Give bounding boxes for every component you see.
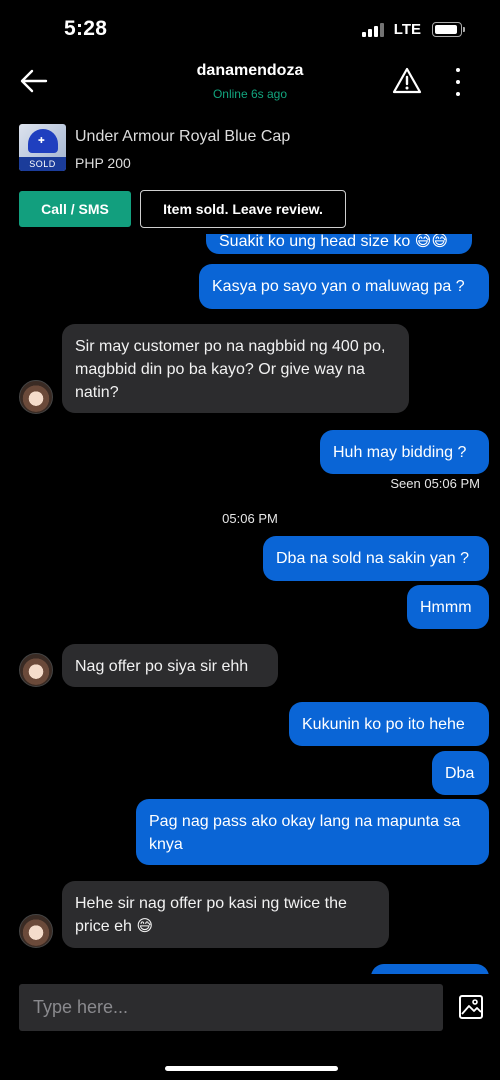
presence-status: Online 6s ago [212, 87, 288, 101]
product-title: Under Armour Royal Blue Cap [75, 128, 291, 145]
chat-header: danamendoza Online 6s ago [0, 56, 500, 112]
message-bubble-incoming: Nag offer po siya sir ehh [62, 644, 278, 687]
message-bubble-outgoing-partial [371, 964, 489, 974]
message-bubble-outgoing: Hmmm [407, 585, 489, 629]
call-sms-button[interactable]: Call / SMS [19, 191, 131, 227]
status-indicators: LTE [361, 21, 465, 38]
message-bubble-incoming: Sir may customer po na nagbbid ng 400 po… [62, 324, 409, 413]
avatar[interactable] [19, 653, 53, 687]
message-bubble-outgoing: Suakit ko ung head size ko 😅😅 [206, 234, 472, 254]
message-bubble-outgoing: Huh may bidding ? [320, 430, 489, 474]
avatar[interactable] [19, 380, 53, 414]
signal-icon [361, 22, 384, 37]
message-input[interactable] [19, 984, 443, 1031]
leave-review-button[interactable]: Item sold. Leave review. [140, 190, 346, 228]
message-bubble-outgoing: Kukunin ko po ito hehe [289, 702, 489, 746]
network-label: LTE [393, 21, 421, 38]
avatar[interactable] [19, 914, 53, 948]
battery-icon [432, 22, 465, 37]
message-bubble-outgoing: Dba na sold na sakin yan ? [263, 536, 489, 581]
warning-icon [392, 67, 422, 94]
message-bubble-outgoing: Dba [432, 751, 489, 795]
time-separator: 05:06 PM [222, 511, 278, 526]
chat-username[interactable]: danamendoza [0, 62, 500, 80]
sold-badge: SOLD [19, 157, 66, 171]
message-bubble-outgoing: Kasya po sayo yan o maluwag pa ? [199, 264, 489, 309]
message-bubble-incoming: Hehe sir nag offer po kasi ng twice the … [62, 881, 389, 948]
status-time: 5:28 [64, 17, 108, 40]
status-bar: 5:28 LTE [0, 0, 500, 56]
product-price: PHP 200 [75, 155, 131, 171]
report-button[interactable] [392, 66, 422, 96]
message-list[interactable]: Suakit ko ung head size ko 😅😅 Kasya po s… [0, 234, 500, 974]
product-thumbnail: ✚ SOLD [19, 124, 66, 171]
more-vertical-icon [456, 68, 460, 72]
message-composer [19, 984, 443, 1031]
seen-receipt: Seen 05:06 PM [390, 476, 480, 491]
message-bubble-outgoing: Pag nag pass ako okay lang na mapunta sa… [136, 799, 489, 865]
header-center: danamendoza Online 6s ago [0, 62, 500, 101]
home-indicator[interactable] [165, 1066, 338, 1071]
product-listing[interactable]: ✚ SOLD Under Armour Royal Blue Cap PHP 2… [19, 124, 481, 174]
more-options-button[interactable] [452, 68, 464, 96]
attach-image-button[interactable] [458, 994, 484, 1020]
image-attach-icon [459, 995, 483, 1019]
